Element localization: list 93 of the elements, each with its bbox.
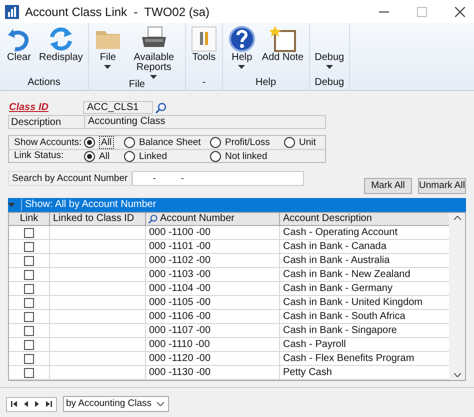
first-record-icon[interactable] [11,401,17,407]
link-checkbox[interactable] [24,242,34,252]
tools-icon [190,26,217,52]
table-cell: 000 -1105 -00 [146,296,280,309]
table-cell: 000 -1110 -00 [146,338,280,351]
ribbon-button[interactable]: Available Reports [124,23,183,79]
table-cell: 000 -1106 -00 [146,310,280,323]
table-cell-text: Cash - Payroll [282,338,347,351]
field-label: Search by Account Number [8,171,132,186]
radio-button[interactable] [84,150,95,162]
ribbon-group-label: File [128,79,146,92]
sort-dropdown[interactable]: by Accounting Class [63,396,169,412]
column-header[interactable]: Linked to Class ID [50,213,146,225]
table-title[interactable]: Show: All by Account Number [21,199,156,211]
table-cell-text: Cash in Bank - Canada [282,240,388,253]
table-cell: 000 -1102 -00 [146,254,280,267]
scrollbar[interactable] [449,213,465,380]
radio-label[interactable]: All [99,136,114,149]
search-icon[interactable] [148,214,158,224]
link-checkbox[interactable] [24,326,34,336]
ribbon-button[interactable]: Add Note [258,23,307,77]
ribbon-group-label: Actions [26,77,62,90]
radio-label[interactable]: Balance Sheet [139,137,201,148]
class-id-field[interactable]: ACC_CLS1 [83,101,153,114]
radio-label[interactable]: All [99,150,110,162]
ribbon-group-label: Debug [314,77,346,90]
link-checkbox[interactable] [24,284,34,294]
radio-label[interactable]: Unit [299,137,316,148]
last-record-icon[interactable] [46,401,52,407]
table-cell-text: Cash - Flex Benefits Program [282,352,416,365]
dropdown-caret-icon [157,402,164,406]
table-cell-text: Petty Cash [282,366,333,379]
table-cell-text: Cash in Bank - New Zealand [282,268,412,281]
search-icon[interactable] [155,102,167,114]
link-checkbox[interactable] [24,298,34,308]
radio-button[interactable] [210,150,221,162]
option-label: Show Accounts: [14,136,82,148]
radio-button[interactable] [124,137,135,148]
next-record-icon[interactable] [35,401,39,407]
column-header[interactable]: Account Description [280,213,449,225]
table-cell: 000 -1104 -00 [146,282,280,295]
table-cell-text: Cash in Bank - Singapore [282,324,398,337]
radio-button[interactable] [124,150,135,162]
ribbon-button[interactable]: File [90,23,125,79]
mark-button[interactable]: Mark All [364,178,412,194]
link-checkbox[interactable] [24,228,34,238]
link-checkbox[interactable] [24,270,34,280]
field-label: Description [10,116,62,130]
ribbon-group-label: Help [254,77,278,90]
table-cell: 000 -1120 -00 [146,352,280,365]
table-cell-text: Cash in Bank - United Kingdom [282,296,424,309]
note-icon [268,25,297,53]
radio-button[interactable] [284,137,295,148]
table-cell-text: Cash in Bank - South Africa [282,310,406,323]
app-icon [5,4,19,18]
radio-button[interactable] [210,137,221,148]
column-header[interactable]: Account Number [160,213,234,225]
table-cell: 000 -1103 -00 [146,268,280,281]
column-header[interactable]: Link [9,213,50,225]
link-checkbox[interactable] [24,340,34,350]
window-title: Account Class Link - TWO02 (sa) [25,4,210,20]
radio-label[interactable]: Profit/Loss [225,137,270,148]
ribbon-button[interactable]: Clear [2,23,36,77]
link-checkbox[interactable] [24,312,34,322]
description-field[interactable]: Accounting Class [84,116,325,128]
ribbon-button[interactable]: Redisplay [36,23,86,77]
radio-label[interactable]: Linked [139,150,167,162]
radio-label[interactable]: Not linked [225,150,268,162]
field-label[interactable]: Class ID [8,100,83,115]
radio-button[interactable] [84,137,95,148]
table-cell-text: Cash in Bank - Germany [282,282,394,295]
help-icon [228,25,256,53]
link-checkbox[interactable] [24,256,34,266]
previous-record-icon[interactable] [24,401,28,407]
account-search-field[interactable]: - - [132,171,304,186]
ribbon-button[interactable]: Tools [188,23,220,77]
scroll-down-icon[interactable] [454,373,460,377]
table-cell-text: Cash in Bank - Australia [282,254,391,267]
ribbon-button[interactable]: Help [224,23,259,77]
ribbon-group-label: - [201,77,207,90]
close-icon[interactable] [455,6,465,16]
option-label: Link Status: [14,150,64,162]
collapse-caret-icon [8,203,15,207]
mark-button[interactable]: Unmark All [418,178,466,194]
table-cell: 000 -1100 -00 [146,226,280,239]
scroll-up-icon[interactable] [454,216,460,220]
table-cell-text: Cash - Operating Account [282,226,399,239]
table-cell: 000 -1101 -00 [146,240,280,253]
ribbon-button[interactable]: Debug [312,23,348,77]
link-checkbox[interactable] [24,368,34,378]
table-cell: 000 -1130 -00 [146,366,280,379]
link-checkbox[interactable] [24,354,34,364]
table-cell: 000 -1107 -00 [146,324,280,337]
